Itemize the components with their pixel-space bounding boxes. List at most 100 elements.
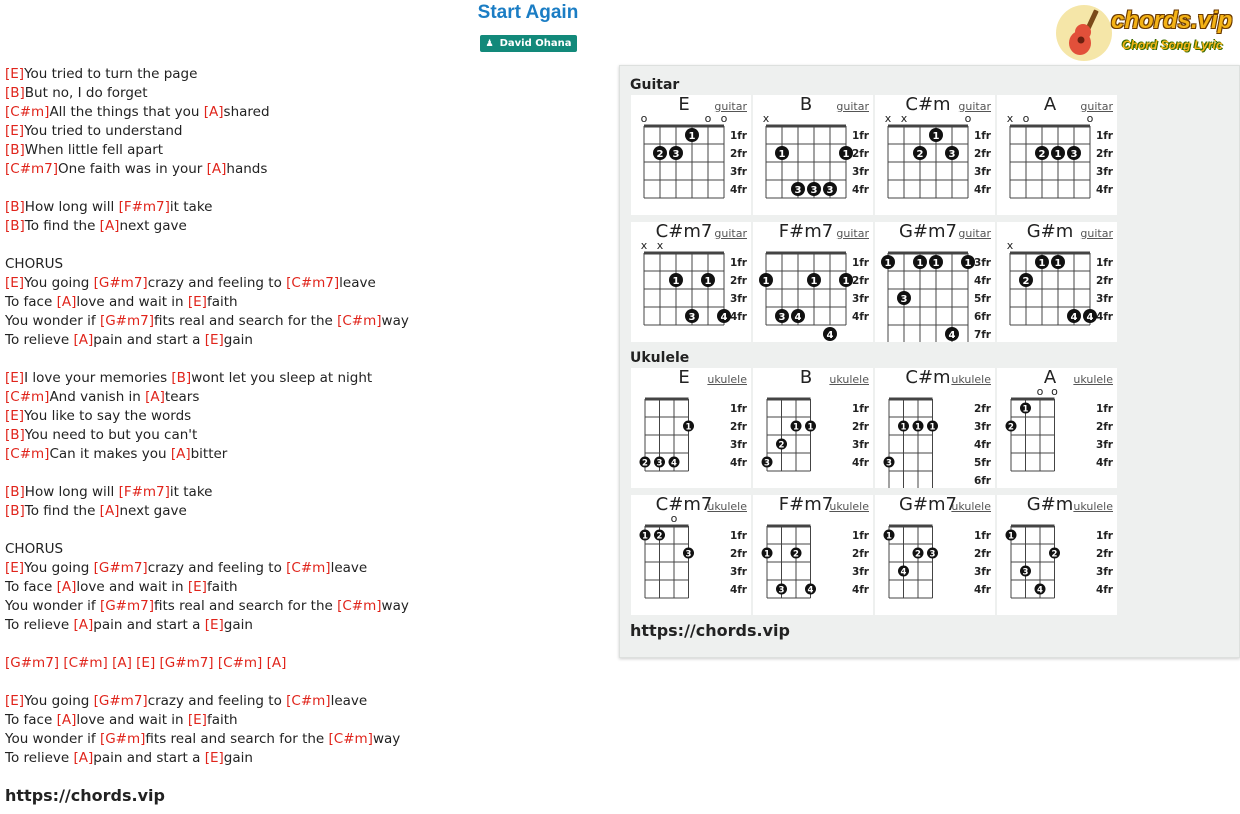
chord-link[interactable]: [G#m7] [94, 560, 148, 576]
chord-diagram-guitar[interactable]: G#m7 guitar 3fr 4fr 5fr 6fr 7fr 1 1 1 1 3 4 [875, 221, 995, 342]
chord-link[interactable]: [E] [205, 332, 224, 348]
lyric-text: next gave [119, 503, 187, 519]
chord-link[interactable]: [C#m] [286, 693, 330, 709]
chord-link[interactable]: [G#m7] [160, 655, 214, 671]
chord-link[interactable]: [A] [112, 655, 132, 671]
lyric-line: [E]You tried to turn the page [5, 65, 409, 84]
chord-diagram-guitar[interactable]: G#m guitar 1fr 2fr 3fr 4fr x 1 1 2 4 4 [997, 221, 1117, 342]
chord-link[interactable]: [C#m] [5, 446, 49, 462]
chord-link[interactable]: [G#m] [100, 731, 145, 747]
chord-link[interactable]: [E] [205, 617, 224, 633]
fret-label: 3fr [1096, 293, 1114, 305]
lyric-line: [E]You going [G#m7]crazy and feeling to … [5, 692, 409, 711]
fret-label: 4fr [730, 184, 748, 196]
chord-link[interactable]: [G#m7] [100, 313, 154, 329]
chord-link[interactable]: [A] [204, 104, 224, 120]
chord-diagram-ukulele[interactable]: Bukulele 1fr 2fr 3fr 4fr 1 1 2 3 [753, 367, 873, 488]
chord-diagram-ukulele[interactable]: C#m ukulele 2fr 3fr 4fr 5fr 6fr 1 1 1 3 [875, 367, 995, 488]
panel-site-link[interactable]: https://chords.vip [630, 621, 790, 640]
chord-link[interactable]: [G#m7] [100, 598, 154, 614]
chord-diagram-ukulele[interactable]: G#m ukulele 1fr 2fr 3fr 4fr 1 2 3 4 [997, 494, 1117, 615]
chord-link[interactable]: [C#m7] [5, 161, 58, 177]
chord-diagram-guitar[interactable]: F#m7 guitar 1fr 2fr 3fr 4fr 1 1 1 3 4 4 [753, 221, 873, 342]
chord-link[interactable]: [A] [57, 294, 77, 310]
lyric-line: [E]I love your memories [B]wont let you … [5, 369, 409, 388]
finger-number: 3 [795, 185, 802, 196]
chord-link[interactable]: [G#m7] [94, 275, 148, 291]
lyric-text: fits real and search for the [153, 598, 338, 614]
chord-link[interactable]: [E] [5, 408, 24, 424]
footer-site-link[interactable]: https://chords.vip [5, 786, 165, 805]
chord-diagram-guitar[interactable]: Aguitar 1fr 2fr 3fr 4fr x o o 2 1 3 [997, 94, 1117, 215]
chord-link[interactable]: [A] [73, 332, 93, 348]
chord-diagram-ukulele[interactable]: F#m7 ukulele 1fr 2fr 3fr 4fr 1 2 3 4 [753, 494, 873, 615]
chord-diagram-ukulele[interactable]: C#m7 ukulele 1fr 2fr 3fr 4fr o 1 2 3 [631, 494, 751, 615]
finger-number: 1 [1055, 149, 1062, 160]
finger-number: 4 [1037, 586, 1043, 596]
chord-link[interactable]: [A] [145, 389, 165, 405]
finger-number: 1 [673, 276, 680, 287]
artist-badge[interactable]: ♟ David Ohana [480, 35, 577, 52]
fretboard: 1fr2fr3fr4fro o o12 3 [641, 112, 748, 199]
chord-diagram-guitar[interactable]: Eguitar 1fr 2fr 3fr 4fr o o o 1 2 3 [631, 94, 751, 215]
lyric-line: To face [A]love and wait in [E]faith [5, 293, 409, 312]
fret-label: 1fr [1096, 257, 1114, 269]
chord-link[interactable]: [C#m] [5, 104, 49, 120]
chord-link[interactable]: [E] [5, 370, 24, 386]
lyric-text: When little fell apart [24, 142, 164, 158]
lyric-text: shared [223, 104, 270, 120]
chord-diagram-guitar[interactable]: Bguitar 1fr 2fr 3fr 4fr x 1 1 3 3 3 [753, 94, 873, 215]
chord-link[interactable]: [B] [5, 85, 25, 101]
chord-link[interactable]: [G#m7] [94, 693, 148, 709]
chord-link[interactable]: [A] [171, 446, 191, 462]
chord-link[interactable]: [E] [5, 275, 24, 291]
chord-link[interactable]: [B] [5, 199, 25, 215]
chord-link[interactable]: [C#m] [63, 655, 107, 671]
chord-link[interactable]: [A] [267, 655, 287, 671]
chord-link[interactable]: [C#m] [218, 655, 262, 671]
chord-link[interactable]: [E] [136, 655, 155, 671]
site-logo[interactable]: chords.vip Chord Song Lyric [1054, 3, 1240, 63]
chord-link[interactable]: [E] [188, 712, 207, 728]
chord-link[interactable]: [A] [100, 218, 120, 234]
chord-link[interactable]: [B] [171, 370, 191, 386]
chord-link[interactable]: [C#m7] [286, 275, 339, 291]
chord-diagram-guitar[interactable]: C#m7 guitar 1fr 2fr 3fr 4fr x x 1 1 3 4 [631, 221, 751, 342]
chord-link[interactable]: [A] [207, 161, 227, 177]
chord-diagram-guitar[interactable]: C#m guitar 1fr 2fr 3fr 4fr x x o 1 2 3 [875, 94, 995, 215]
chord-link[interactable]: [E] [188, 294, 207, 310]
chord-link[interactable]: [B] [5, 218, 25, 234]
chord-link[interactable]: [A] [57, 579, 77, 595]
chord-link[interactable]: [A] [100, 503, 120, 519]
lyric-text: Can it makes you [49, 446, 171, 462]
chord-link[interactable]: [F#m7] [119, 484, 170, 500]
chord-link[interactable]: [A] [73, 750, 93, 766]
chord-link[interactable]: [E] [188, 579, 207, 595]
logo-wordmark: chords.vip [1111, 7, 1233, 34]
chord-diagram-ukulele[interactable]: G#m7 ukulele 1fr 2fr 3fr 4fr 1 2 3 4 [875, 494, 995, 615]
chord-link[interactable]: [G#m7] [5, 655, 59, 671]
chord-link[interactable]: [C#m] [337, 313, 381, 329]
chord-link[interactable]: [E] [5, 123, 24, 139]
chord-link[interactable]: [C#m] [329, 731, 373, 747]
chord-link[interactable]: [E] [205, 750, 224, 766]
chord-link[interactable]: [F#m7] [119, 199, 170, 215]
chord-link[interactable]: [B] [5, 427, 25, 443]
chord-diagram-ukulele[interactable]: Aukulele 1fr 2fr 3fr 4fr o o 1 2 [997, 367, 1117, 488]
chord-link[interactable]: [A] [57, 712, 77, 728]
chord-link[interactable]: [B] [5, 503, 25, 519]
finger-number: 4 [808, 586, 814, 596]
chord-link[interactable]: [C#m] [5, 389, 49, 405]
chord-link[interactable]: [E] [5, 66, 24, 82]
fret-label: 1fr [730, 130, 748, 142]
chord-diagram-ukulele[interactable]: Eukulele 1fr 2fr 3fr 4fr 1 2 3 4 [631, 367, 751, 488]
chord-link[interactable]: [E] [5, 560, 24, 576]
chord-link[interactable]: [C#m] [337, 598, 381, 614]
lyric-line [5, 635, 409, 654]
chord-link[interactable]: [B] [5, 142, 25, 158]
chord-link[interactable]: [E] [5, 693, 24, 709]
chord-link[interactable]: [B] [5, 484, 25, 500]
chord-link[interactable]: [C#m] [286, 560, 330, 576]
chord-link[interactable]: [A] [73, 617, 93, 633]
lyric-line: To relieve [A]pain and start a [E]gain [5, 616, 409, 635]
